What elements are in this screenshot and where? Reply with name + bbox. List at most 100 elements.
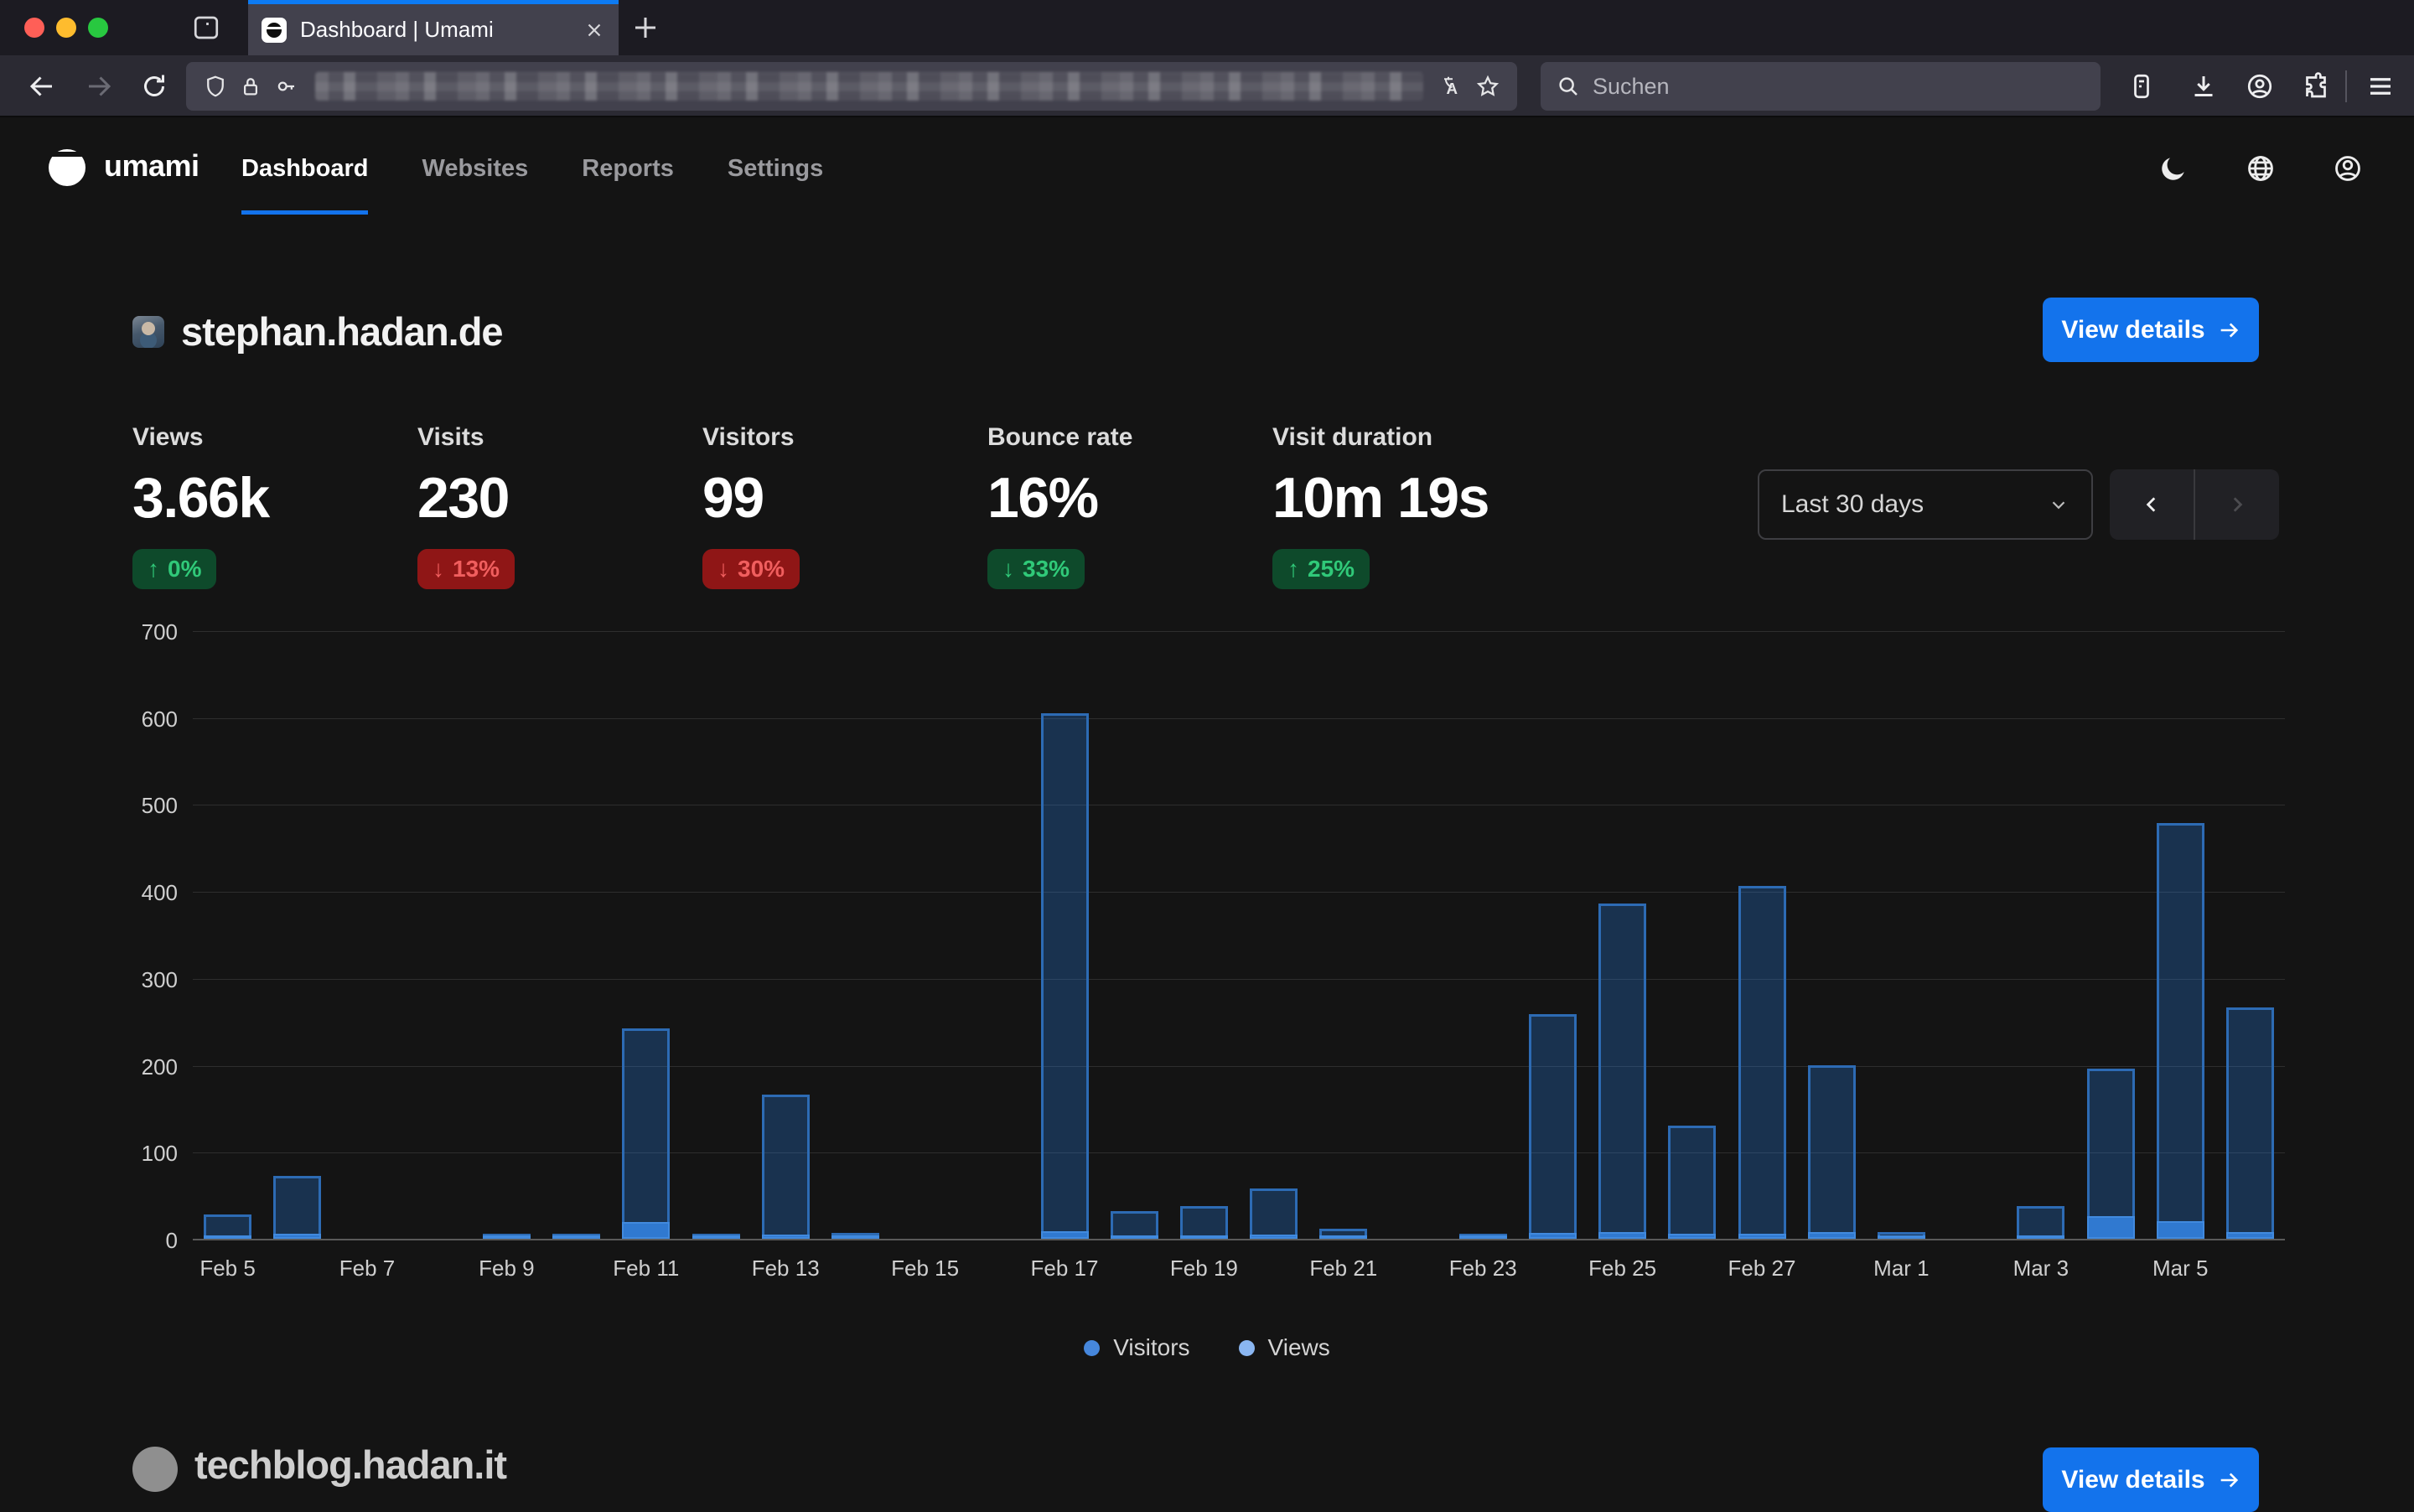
arrow-down-icon: ↓ (717, 556, 729, 583)
arrow-down-icon: ↓ (433, 556, 444, 583)
window-controls[interactable] (24, 18, 108, 38)
legend-item-views[interactable]: Views (1239, 1334, 1330, 1361)
metric-change-value: 30% (738, 556, 785, 583)
metrics-row: Views3.66k↑0%Visits230↓13%Visitors99↓30%… (132, 423, 1557, 589)
legend-label: Visitors (1113, 1334, 1189, 1361)
zoom-window-button[interactable] (88, 18, 108, 38)
website-title: stephan.hadan.de (181, 308, 503, 355)
visitors-bar-feb-25 (1598, 1232, 1646, 1239)
metric-change-badge: ↓ 13% (417, 549, 515, 589)
visitors-bar-feb-24 (1529, 1233, 1577, 1239)
nav-item-reports[interactable]: Reports (582, 117, 674, 220)
metric-label: Bounce rate (987, 423, 1272, 452)
metric-change-value: 0% (168, 556, 201, 583)
browser-tab-active[interactable]: Dashboard | Umami (248, 0, 619, 55)
chevron-down-icon (2048, 494, 2070, 515)
metric-value: 10m 19s (1272, 465, 1557, 531)
translate-icon[interactable]: A (1440, 74, 1465, 99)
visitors-bar-mar-6 (2226, 1232, 2274, 1239)
bookmark-star-icon[interactable] (1475, 74, 1500, 99)
date-range-select[interactable]: Last 30 days (1758, 469, 2093, 540)
view-details-button[interactable]: View details (2043, 298, 2259, 362)
metric-value: 99 (702, 465, 987, 531)
metric-change-value: 13% (453, 556, 500, 583)
key-permission-icon[interactable] (273, 74, 298, 99)
visitors-bar-feb-5 (204, 1235, 251, 1239)
shield-icon[interactable] (203, 74, 228, 99)
y-tick-label: 300 (80, 967, 178, 993)
theme-toggle-moon-icon[interactable] (2158, 153, 2189, 184)
downloads-icon[interactable] (2189, 71, 2219, 101)
next-period-button[interactable] (2195, 469, 2279, 540)
browser-toolbar: A Suchen (0, 55, 2414, 117)
nav-item-websites[interactable]: Websites (422, 117, 528, 220)
close-window-button[interactable] (24, 18, 44, 38)
y-tick-label: 700 (80, 619, 178, 645)
visitors-bar-feb-18 (1111, 1235, 1158, 1239)
views-bar-mar-4 (2087, 1069, 2135, 1239)
umami-brand[interactable]: umami (45, 144, 199, 188)
visitors-bar-feb-26 (1668, 1234, 1716, 1239)
x-tick-label: Mar 1 (1873, 1256, 1929, 1282)
views-bar-feb-19 (1180, 1206, 1228, 1239)
legend-dot-icon (1239, 1340, 1255, 1356)
metric-change-badge: ↑ 0% (132, 549, 216, 589)
legend-dot-icon (1084, 1340, 1100, 1356)
profile-icon[interactable] (2332, 153, 2364, 184)
arrow-up-icon: ↑ (1287, 556, 1299, 583)
visitors-bar-mar-1 (1878, 1235, 1925, 1239)
url-bar[interactable]: A (186, 62, 1517, 111)
nav-item-settings[interactable]: Settings (728, 117, 823, 220)
views-bar-mar-5 (2157, 823, 2204, 1239)
metric-label: Visitors (702, 423, 987, 452)
tab-close-icon[interactable] (583, 19, 605, 41)
new-tab-button[interactable] (630, 13, 660, 43)
legend-item-visitors[interactable]: Visitors (1084, 1334, 1189, 1361)
website-header: stephan.hadan.de (132, 308, 503, 355)
language-globe-icon[interactable] (2245, 153, 2277, 184)
browser-search-input[interactable]: Suchen (1541, 62, 2101, 111)
sidebar-toggle-icon[interactable] (191, 13, 221, 43)
main-nav: Dashboard Websites Reports Settings (241, 117, 823, 220)
x-tick-label: Feb 13 (752, 1256, 820, 1282)
visitors-bar-mar-5 (2157, 1221, 2204, 1239)
x-tick-label: Feb 19 (1170, 1256, 1238, 1282)
x-tick-label: Feb 7 (339, 1256, 396, 1282)
arrow-up-icon: ↑ (148, 556, 159, 583)
chevron-right-icon (2226, 494, 2248, 515)
views-bar-feb-24 (1529, 1014, 1577, 1239)
search-placeholder: Suchen (1593, 74, 1670, 100)
y-tick-label: 500 (80, 793, 178, 819)
views-bar-feb-20 (1250, 1188, 1298, 1239)
gridline (193, 1066, 2285, 1067)
views-bar-feb-6 (273, 1176, 321, 1239)
metric-label: Views (132, 423, 417, 452)
y-tick-label: 100 (80, 1141, 178, 1167)
metric-change-badge: ↓33% (987, 549, 1085, 589)
forward-button-icon[interactable] (84, 71, 114, 101)
lock-icon[interactable] (238, 74, 263, 99)
previous-period-button[interactable] (2110, 469, 2195, 540)
views-bar-feb-27 (1738, 886, 1786, 1239)
nav-item-dashboard[interactable]: Dashboard (241, 117, 368, 220)
account-icon[interactable] (2245, 71, 2275, 101)
views-bar-mar-3 (2017, 1206, 2064, 1239)
umami-favicon-icon (262, 18, 287, 43)
chart-legend: Visitors Views (0, 1334, 2414, 1361)
metric-views: Views3.66k↑0% (132, 423, 417, 589)
back-button-icon[interactable] (27, 71, 57, 101)
metric-change-badge: ↑25% (1272, 549, 1370, 589)
views-bar-feb-25 (1598, 904, 1646, 1239)
reader-panel-icon[interactable] (2126, 71, 2157, 101)
metric-change-value: 33% (1023, 556, 1070, 583)
date-range-label: Last 30 days (1781, 490, 2048, 519)
menu-hamburger-icon[interactable] (2365, 71, 2396, 101)
toolbar-divider (2345, 70, 2347, 102)
x-tick-label: Feb 9 (479, 1256, 535, 1282)
views-bar-feb-11 (622, 1028, 670, 1239)
reload-button-icon[interactable] (139, 71, 169, 101)
visitors-bar-feb-11 (622, 1222, 670, 1239)
secondary-view-details-button[interactable]: View details (2043, 1447, 2259, 1512)
minimize-window-button[interactable] (56, 18, 76, 38)
extensions-puzzle-icon[interactable] (2301, 71, 2331, 101)
